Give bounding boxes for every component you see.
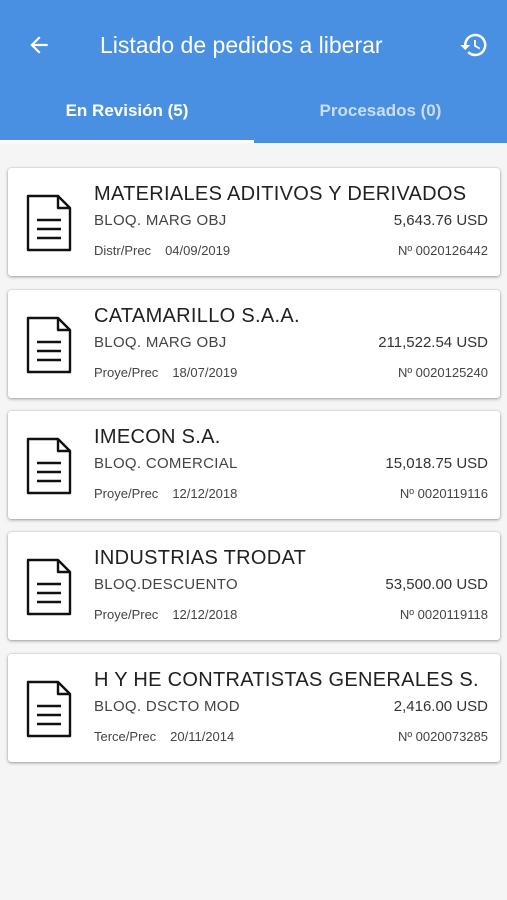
client-name: INDUSTRIAS TRODAT [94, 547, 307, 569]
document-icon [26, 316, 72, 374]
history-icon [460, 33, 487, 57]
order-meta: Proye/Prec 12/12/2018 [94, 606, 237, 624]
order-number: Nº 0020119116 [399, 486, 488, 501]
order-meta: Distr/Prec 04/09/2019 [94, 242, 230, 260]
order-amount: 2,416.00 USD [393, 698, 488, 715]
order-card[interactable]: MATERIALES ADITIVOS Y DERIVADOS BLOQ. MA… [8, 168, 500, 276]
order-card[interactable]: CATAMARILLO S.A.A. BLOQ. MARG OBJ 211,52… [8, 290, 500, 398]
client-name: MATERIALES ADITIVOS Y DERIVADOS [94, 183, 467, 205]
order-amount: 53,500.00 USD [385, 576, 488, 593]
order-number: Nº 0020126442 [397, 243, 488, 258]
order-date: 12/12/2018 [172, 486, 238, 501]
order-date: 12/12/2018 [172, 607, 238, 622]
document-icon [26, 558, 72, 616]
order-amount: 15,018.75 USD [385, 455, 488, 472]
order-type: Proye/Prec [94, 486, 159, 501]
order-amount: 5,643.76 USD [393, 212, 488, 229]
block-status: BLOQ. MARG OBJ [94, 334, 227, 351]
tab-en-revision[interactable]: En Revisión (5) [0, 85, 254, 137]
order-number: Nº 0020119118 [399, 607, 488, 622]
page-title: Listado de pedidos a liberar [100, 32, 383, 58]
order-date: 18/07/2019 [172, 365, 238, 380]
order-meta: Proye/Prec 18/07/2019 [94, 364, 237, 382]
client-name: IMECON S.A. [94, 426, 221, 448]
client-name: CATAMARILLO S.A.A. [94, 305, 300, 327]
block-status: BLOQ.DESCUENTO [94, 576, 238, 593]
order-date: 04/09/2019 [165, 243, 231, 258]
order-date: 20/11/2014 [170, 729, 235, 744]
block-status: BLOQ. MARG OBJ [94, 212, 227, 229]
order-number: Nº 0020073285 [397, 729, 488, 744]
tab-procesados[interactable]: Procesados (0) [254, 85, 507, 137]
order-type: Terce/Prec [94, 729, 157, 744]
back-button[interactable] [22, 28, 56, 62]
order-amount: 211,522.54 USD [378, 334, 488, 351]
arrow-back-icon [30, 36, 48, 54]
active-tab-indicator [0, 140, 254, 143]
block-status: BLOQ. DSCTO MOD [94, 698, 240, 715]
order-number: Nº 0020125240 [397, 365, 488, 380]
order-card[interactable]: INDUSTRIAS TRODAT BLOQ.DESCUENTO 53,500.… [8, 532, 500, 640]
order-type: Distr/Prec [94, 243, 152, 258]
client-name: H Y HE CONTRATISTAS GENERALES S. [94, 669, 479, 691]
order-card[interactable]: IMECON S.A. BLOQ. COMERCIAL 15,018.75 US… [8, 411, 500, 519]
document-icon [26, 437, 72, 495]
order-type: Proye/Prec [94, 365, 159, 380]
block-status: BLOQ. COMERCIAL [94, 455, 238, 472]
order-type: Proye/Prec [94, 607, 159, 622]
document-icon [26, 680, 72, 738]
history-button[interactable] [457, 28, 491, 62]
order-meta: Proye/Prec 12/12/2018 [94, 485, 237, 503]
order-card[interactable]: H Y HE CONTRATISTAS GENERALES S. BLOQ. D… [8, 654, 500, 762]
app-bar: Listado de pedidos a liberar En Revisión… [0, 0, 507, 143]
document-icon [26, 194, 72, 252]
order-meta: Terce/Prec 20/11/2014 [94, 728, 234, 746]
